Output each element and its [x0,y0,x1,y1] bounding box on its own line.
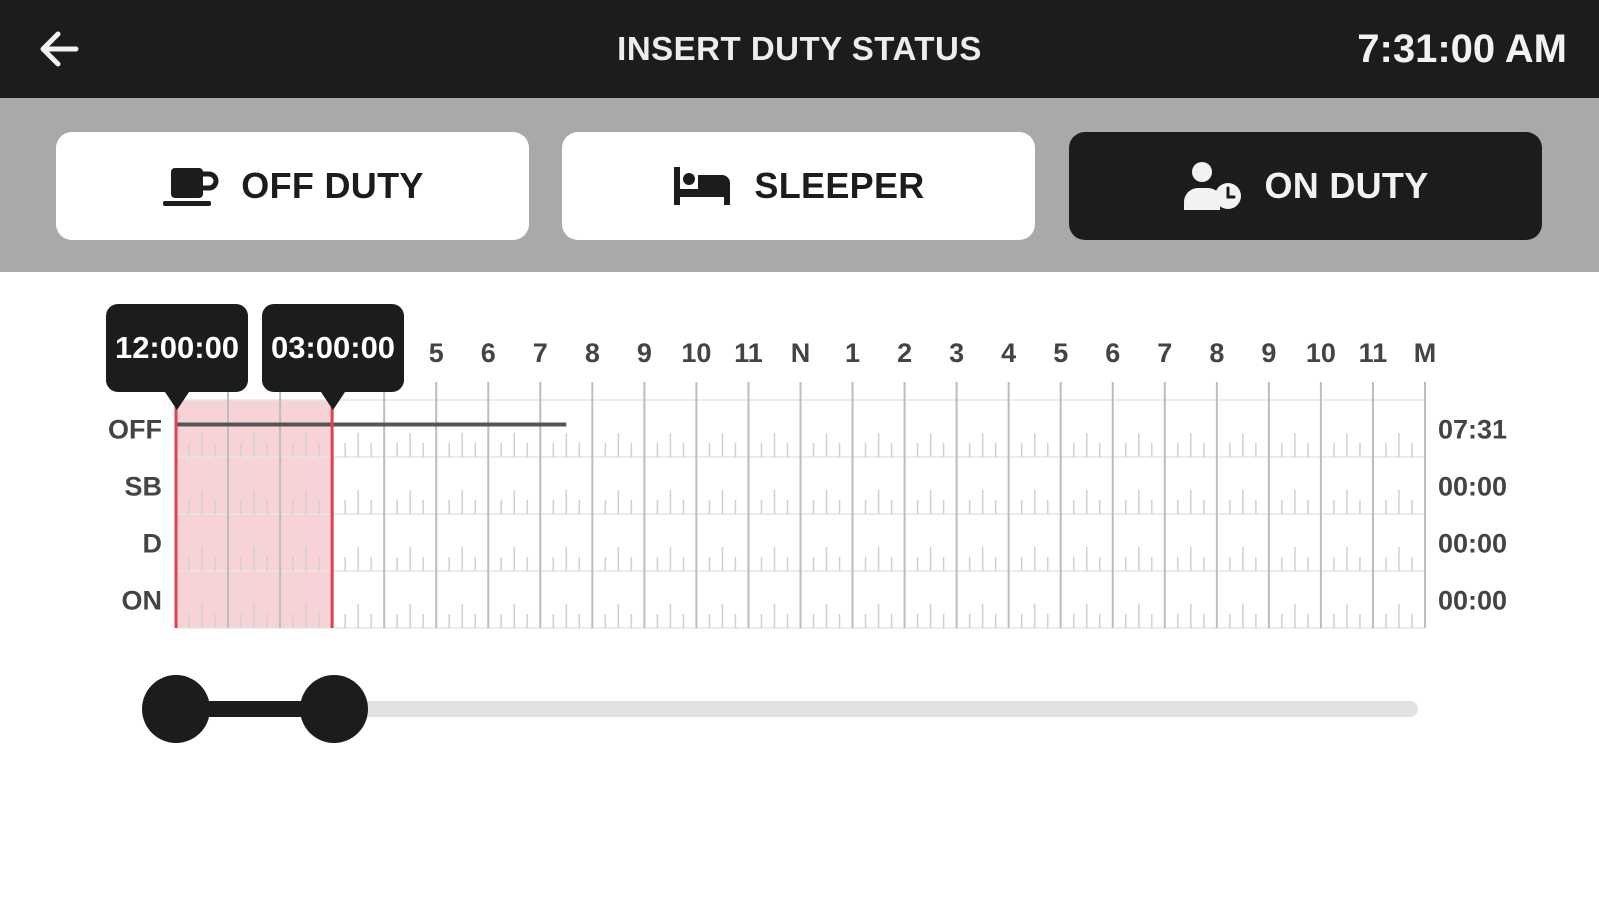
top-bar: INSERT DUTY STATUS 7:31:00 AM [0,0,1599,98]
range-start-handle[interactable] [142,675,210,743]
sleeper-label: SLEEPER [754,165,925,206]
bed-icon [674,167,731,205]
row-total: 00:00 [1438,586,1507,616]
hour-label: 4 [1001,338,1016,368]
hour-label: 10 [681,338,711,368]
row-label: OFF [108,415,162,445]
hour-label: 9 [1261,338,1276,368]
row-total: 00:00 [1438,529,1507,559]
duty-status-selector: OFF DUTY SLEEPER ON DUTY [0,98,1599,272]
hour-label: N [791,338,811,368]
hour-label: 7 [533,338,548,368]
hour-label: 5 [429,338,444,368]
row-total: 07:31 [1438,415,1507,445]
user-clock-icon [1184,162,1242,210]
on-duty-button[interactable]: ON DUTY [1069,132,1542,240]
hour-label: 6 [1105,338,1120,368]
current-time: 7:31:00 AM [1357,27,1567,71]
hour-label: 9 [637,338,652,368]
range-end-handle[interactable] [300,675,368,743]
row-label: ON [122,586,163,616]
hour-label: M [1414,338,1437,368]
hour-label: 3 [949,338,964,368]
hour-label: 6 [481,338,496,368]
hour-label: 11 [1359,338,1388,368]
hour-label: 7 [1157,338,1172,368]
on-duty-label: ON DUTY [1264,165,1429,206]
row-label: SB [124,472,162,502]
selection-start-time[interactable]: 12:00:00 [106,304,248,410]
row-total: 00:00 [1438,472,1507,502]
hour-label: 10 [1306,338,1336,368]
off-duty-button[interactable]: OFF DUTY [56,132,529,240]
hour-label: 11 [734,338,763,368]
hour-label: 2 [897,338,912,368]
hour-label: 1 [845,338,860,368]
off-duty-label: OFF DUTY [241,165,424,206]
coffee-cup-icon [163,168,219,206]
hour-label: 8 [585,338,600,368]
sleeper-button[interactable]: SLEEPER [562,132,1035,240]
hour-label: 8 [1209,338,1224,368]
hour-label: 5 [1053,338,1068,368]
row-label: D [143,529,163,559]
selection-end-time[interactable]: 03:00:00 [262,304,404,410]
